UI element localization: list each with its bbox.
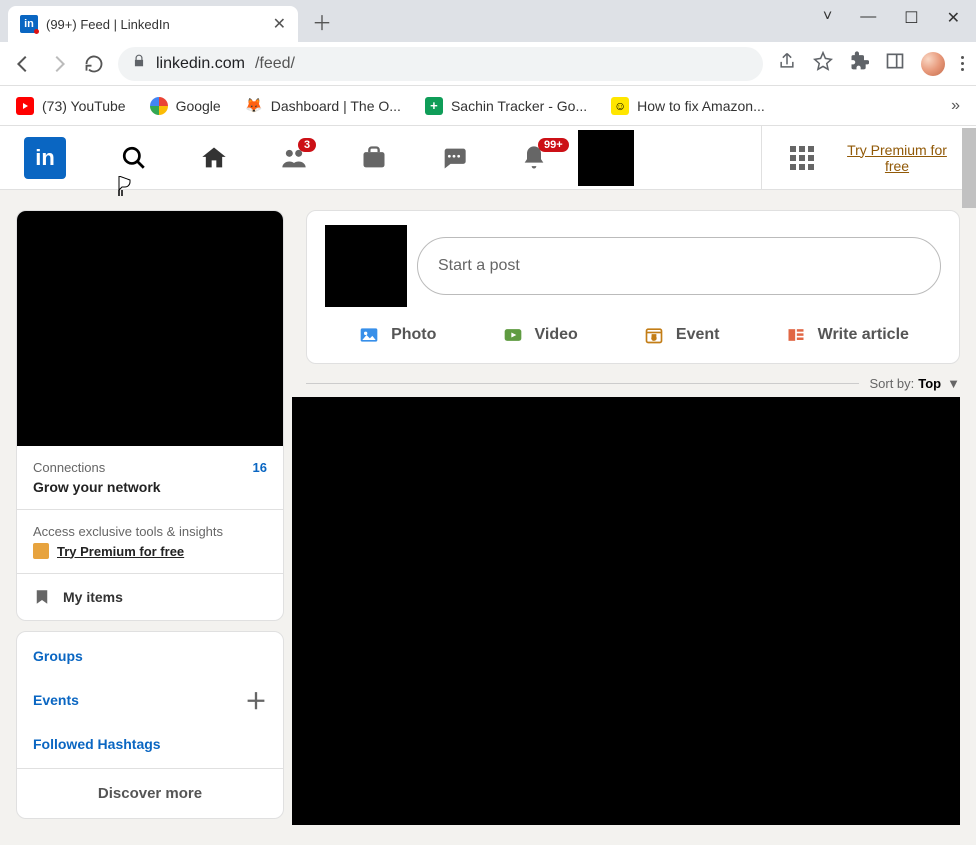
extensions-icon[interactable] [849,51,869,76]
bookmark-label: Sachin Tracker - Go... [451,98,587,114]
back-button[interactable] [12,53,34,75]
address-bar[interactable]: linkedin.com/feed/ [118,47,763,81]
bookmarks-overflow-icon[interactable]: » [951,97,960,115]
bookmark-icon [33,588,51,606]
bookmark-label: Dashboard | The O... [271,98,401,114]
profile-card: Connections 16 Grow your network Access … [16,210,284,621]
exclusive-text: Access exclusive tools & insights [33,524,267,539]
lock-icon [132,54,146,73]
sidebar-link-label: Groups [33,648,83,664]
browser-menu-icon[interactable] [961,56,964,71]
window-maximize-icon[interactable]: ☐ [904,8,918,28]
url-path: /feed/ [255,55,295,73]
bookmark-google[interactable]: Google [150,97,221,115]
redacted-profile [16,210,284,446]
sidebar-link-groups[interactable]: Groups [17,638,283,674]
premium-link[interactable]: Try Premium for free [842,142,952,174]
window-dropdown-icon[interactable]: ˅ [823,8,832,28]
chevron-down-icon: ▼ [947,376,960,391]
sort-row[interactable]: Sort by: Top ▼ [306,376,960,391]
messaging-icon[interactable] [414,144,494,172]
search-icon[interactable] [94,145,174,171]
sidebar-link-label: Events [33,692,79,708]
sidebar-link-label: Followed Hashtags [33,736,161,752]
tab-close-icon[interactable]: ✕ [273,14,286,34]
bookmark-tracker[interactable]: + Sachin Tracker - Go... [425,97,587,115]
url-host: linkedin.com [156,55,245,73]
post-placeholder: Start a post [438,257,520,275]
event-icon: 5 [642,325,666,345]
grow-network[interactable]: Grow your network [17,479,283,509]
bookmarks-bar: (73) YouTube Google 🦊 Dashboard | The O.… [0,86,976,126]
linkedin-favicon-icon: in [20,15,38,33]
linkedin-logo-icon[interactable]: in [24,137,66,179]
network-badge: 3 [298,138,316,152]
video-icon [501,325,525,345]
bookmark-youtube[interactable]: (73) YouTube [16,97,126,115]
redacted-feed-post [292,397,960,825]
star-icon[interactable] [813,51,833,76]
main-feed: Start a post Photo Video 5 Event [306,210,960,825]
bookmark-label: Google [176,98,221,114]
article-icon [784,325,808,345]
connections-row[interactable]: Connections 16 [17,446,283,479]
window-minimize-icon[interactable]: — [860,8,876,28]
notifications-icon[interactable]: 99+ [494,144,574,172]
connections-count: 16 [253,460,267,475]
plus-icon[interactable]: ＋ [245,684,267,716]
sort-value: Top [918,376,941,391]
work-grid-icon[interactable] [790,146,814,170]
sidebar-link-events[interactable]: Events ＋ [17,674,283,726]
left-sidebar: Connections 16 Grow your network Access … [16,210,284,825]
premium-text: Try Premium for free [57,544,184,559]
bookmark-label: How to fix Amazon... [637,98,765,114]
my-items-label: My items [63,589,123,605]
jobs-icon[interactable] [334,144,414,172]
linkedin-navbar: in 3 99+ Try Premium for free [0,126,976,190]
scrollbar-thumb[interactable] [962,128,976,208]
post-article-button[interactable]: Write article [778,317,915,353]
window-close-icon[interactable]: ✕ [947,8,960,28]
browser-tab[interactable]: in (99+) Feed | LinkedIn ✕ [8,6,298,42]
bookmark-amazon[interactable]: ☺ How to fix Amazon... [611,97,765,115]
post-event-button[interactable]: 5 Event [636,317,726,353]
redacted-avatar [325,225,407,307]
reload-button[interactable] [84,54,104,74]
post-action-label: Write article [818,326,909,344]
home-icon[interactable] [174,144,254,172]
post-action-label: Photo [391,326,436,344]
svg-text:5: 5 [652,333,656,342]
network-icon[interactable]: 3 [254,144,334,172]
discover-more[interactable]: Discover more [17,768,283,818]
start-post-button[interactable]: Start a post [417,237,941,295]
premium-icon [33,543,49,559]
bookmark-label: (73) YouTube [42,98,126,114]
community-card: Groups Events ＋ Followed Hashtags Discov… [16,631,284,819]
browser-toolbar: linkedin.com/feed/ [0,42,976,86]
premium-box[interactable]: Access exclusive tools & insights Try Pr… [17,510,283,573]
start-post-card: Start a post Photo Video 5 Event [306,210,960,364]
post-action-label: Event [676,326,720,344]
new-tab-button[interactable]: ＋ [312,7,332,36]
connections-label: Connections [33,460,105,475]
post-action-label: Video [535,326,578,344]
redacted-nav-item[interactable] [578,130,634,186]
sidebar-link-hashtags[interactable]: Followed Hashtags [17,726,283,762]
post-video-button[interactable]: Video [495,317,584,353]
profile-avatar[interactable] [921,52,945,76]
forward-button [48,53,70,75]
my-items[interactable]: My items [17,574,283,620]
bookmark-dashboard[interactable]: 🦊 Dashboard | The O... [245,97,401,115]
sort-label: Sort by: [869,376,914,391]
content-area: Connections 16 Grow your network Access … [0,190,976,845]
tab-title: (99+) Feed | LinkedIn [46,17,265,32]
share-icon[interactable] [777,51,797,76]
notifications-badge: 99+ [538,138,569,152]
sidepanel-icon[interactable] [885,51,905,76]
post-photo-button[interactable]: Photo [351,317,442,353]
photo-icon [357,325,381,345]
